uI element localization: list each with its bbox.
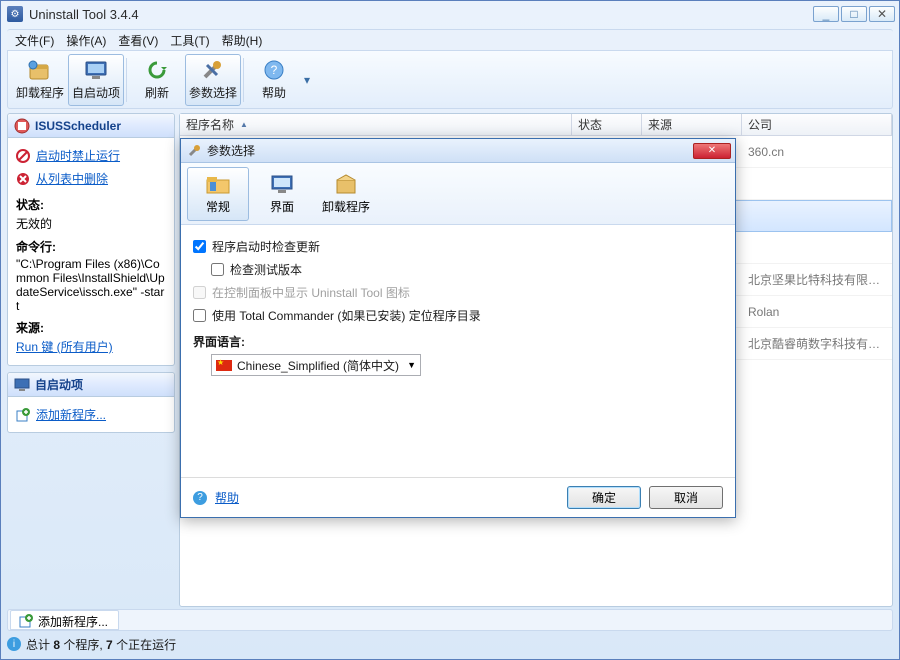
tools-icon — [199, 58, 227, 82]
monitor-small-icon — [14, 378, 30, 392]
help-link[interactable]: 帮助 — [215, 489, 239, 506]
menu-help[interactable]: 帮助(H) — [222, 32, 263, 49]
chevron-down-icon: ▼ — [407, 360, 416, 370]
dialog-tabs: 常规 界面 卸载程序 — [181, 163, 735, 225]
preferences-dialog: 参数选择 ✕ 常规 界面 卸载程序 程序启动时检查更新 检查测试版本 在控制面板… — [180, 138, 736, 518]
menu-action[interactable]: 操作(A) — [66, 32, 106, 49]
wrench-icon — [187, 144, 201, 158]
help-small-icon: ? — [193, 491, 207, 505]
action-disable[interactable]: 启动时禁止运行 — [16, 144, 166, 167]
flag-icon — [216, 360, 232, 371]
dialog-footer: ? 帮助 确定 取消 — [181, 477, 735, 517]
panel-title: ISUSScheduler — [35, 119, 121, 133]
cancel-button[interactable]: 取消 — [649, 486, 723, 509]
menubar: 文件(F) 操作(A) 查看(V) 工具(T) 帮助(H) — [7, 29, 893, 51]
language-label: 界面语言: — [193, 333, 723, 350]
sidebar: ISUSScheduler 启动时禁止运行 从列表中删除 状态: 无效的 命令行… — [7, 113, 175, 607]
menu-tools[interactable]: 工具(T) — [170, 32, 209, 49]
display-icon — [268, 172, 296, 196]
bottom-tabbar: 添加新程序... — [7, 609, 893, 631]
panel-selected-item: ISUSScheduler 启动时禁止运行 从列表中删除 状态: 无效的 命令行… — [7, 113, 175, 366]
window-title: Uninstall Tool 3.4.4 — [29, 7, 807, 22]
info-icon: i — [7, 637, 21, 651]
checkbox-total-commander[interactable]: 使用 Total Commander (如果已安装) 定位程序目录 — [193, 304, 723, 327]
separator — [126, 58, 127, 102]
col-name[interactable]: 程序名称 — [180, 114, 572, 135]
col-state[interactable]: 状态 — [572, 114, 642, 135]
checkbox-check-updates[interactable]: 程序启动时检查更新 — [193, 235, 723, 258]
checkbox-control-panel: 在控制面板中显示 Uninstall Tool 图标 — [193, 281, 723, 304]
cmd-label: 命令行: — [16, 238, 166, 255]
dialog-close-button[interactable]: ✕ — [693, 143, 731, 159]
tool-help[interactable]: ? 帮助 — [246, 54, 302, 106]
forbid-icon — [16, 149, 30, 163]
grid-header: 程序名称 状态 来源 公司 — [180, 114, 892, 136]
menu-file[interactable]: 文件(F) — [15, 32, 54, 49]
state-value: 无效的 — [16, 215, 166, 232]
tool-uninstall[interactable]: 卸载程序 — [12, 54, 68, 106]
action-add-program[interactable]: 添加新程序... — [16, 403, 166, 426]
source-label: 来源: — [16, 319, 166, 336]
state-label: 状态: — [16, 196, 166, 213]
ok-button[interactable]: 确定 — [567, 486, 641, 509]
col-company[interactable]: 公司 — [742, 114, 892, 135]
app-icon: ⚙ — [7, 6, 23, 22]
tab-general[interactable]: 常规 — [187, 167, 249, 221]
cmd-value: "C:\Program Files (x86)\Common Files\Ins… — [16, 257, 166, 313]
tool-refresh[interactable]: 刷新 — [129, 54, 185, 106]
menu-view[interactable]: 查看(V) — [118, 32, 158, 49]
source-link[interactable]: Run 键 (所有用户) — [16, 340, 113, 354]
language-select[interactable]: Chinese_Simplified (简体中文) ▼ — [211, 354, 421, 376]
tool-autorun[interactable]: 自启动项 — [68, 54, 124, 106]
action-remove[interactable]: 从列表中删除 — [16, 167, 166, 190]
scheduler-icon — [14, 118, 30, 134]
dialog-body: 程序启动时检查更新 检查测试版本 在控制面板中显示 Uninstall Tool… — [181, 225, 735, 477]
folder-icon — [204, 172, 232, 196]
box-icon — [332, 172, 360, 196]
add-small-icon — [19, 614, 33, 628]
toolbar: 卸载程序 自启动项 刷新 参数选择 ? 帮助 ▾ — [7, 51, 893, 109]
svg-text:?: ? — [271, 63, 278, 77]
tab-ui[interactable]: 界面 — [251, 167, 313, 221]
minimize-button[interactable]: _ — [813, 6, 839, 22]
close-button[interactable]: ✕ — [869, 6, 895, 22]
dialog-title: 参数选择 — [207, 142, 687, 159]
statusbar: i 总计 8 个程序, 7 个正在运行 — [7, 633, 893, 655]
tab-add-program[interactable]: 添加新程序... — [10, 610, 119, 630]
titlebar[interactable]: ⚙ Uninstall Tool 3.4.4 _ □ ✕ — [1, 1, 899, 27]
tool-prefs[interactable]: 参数选择 — [185, 54, 241, 106]
maximize-button[interactable]: □ — [841, 6, 867, 22]
delete-icon — [16, 172, 30, 186]
help-dropdown[interactable]: ▾ — [302, 73, 312, 87]
separator — [243, 58, 244, 102]
package-icon — [26, 58, 54, 82]
monitor-icon — [82, 58, 110, 82]
col-source[interactable]: 来源 — [642, 114, 742, 135]
checkbox-check-beta[interactable]: 检查测试版本 — [211, 258, 723, 281]
dialog-titlebar[interactable]: 参数选择 ✕ — [181, 139, 735, 163]
add-icon — [16, 408, 30, 422]
refresh-icon — [143, 58, 171, 82]
panel-autorun: 自启动项 添加新程序... — [7, 372, 175, 433]
panel2-title: 自启动项 — [35, 376, 83, 393]
help-icon: ? — [260, 58, 288, 82]
tab-uninstall[interactable]: 卸载程序 — [315, 167, 377, 221]
